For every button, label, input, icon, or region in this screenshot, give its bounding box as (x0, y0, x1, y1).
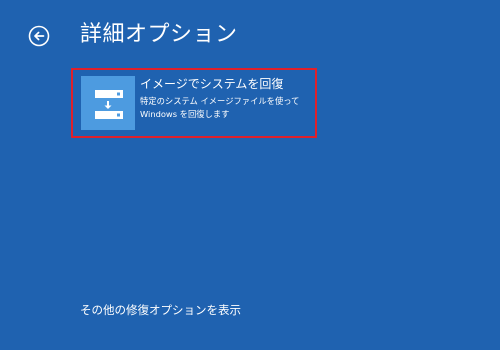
page-title: 詳細オプション (80, 22, 238, 47)
option-system-image-recovery[interactable]: イメージでシステムを回復 特定のシステム イメージファイルを使って Window… (71, 68, 317, 138)
option-title: イメージでシステムを回復 (140, 77, 284, 91)
option-description-line-2: Windows を回復します (140, 109, 230, 119)
drive-restore-icon (81, 76, 135, 130)
option-text: イメージでシステムを回復 特定のシステム イメージファイルを使って Window… (140, 77, 312, 121)
option-description-line-1: 特定のシステム イメージファイルを使って (140, 96, 300, 106)
back-button[interactable] (28, 25, 50, 47)
option-icon-tile (81, 76, 135, 130)
option-description: 特定のシステム イメージファイルを使って Windows を回復します (140, 95, 312, 121)
more-repair-options-link[interactable]: その他の修復オプションを表示 (80, 302, 241, 318)
back-arrow-circle-icon (28, 25, 50, 47)
